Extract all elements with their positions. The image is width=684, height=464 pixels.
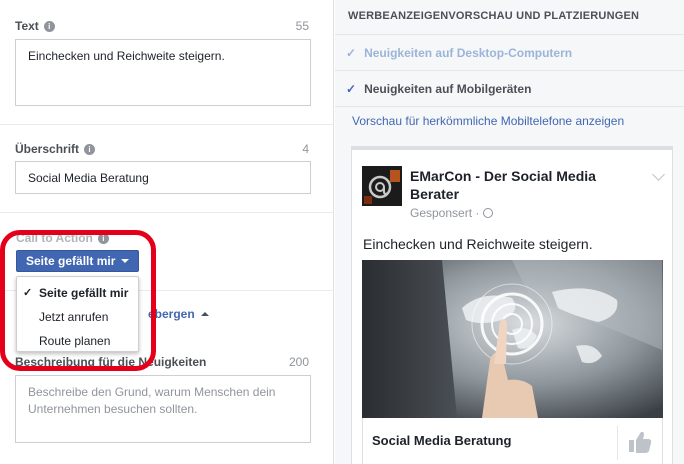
chevron-down-icon [121, 259, 130, 263]
divider [335, 106, 684, 107]
checkmark-icon: ✓ [346, 45, 357, 60]
thumbs-up-icon[interactable] [627, 429, 653, 455]
page-name[interactable]: EMarCon - Der Social Media Berater [410, 167, 630, 203]
headline-input[interactable]: Social Media Beratung [15, 161, 311, 194]
dropdown-option-call-now[interactable]: Jetzt anrufen [17, 305, 138, 329]
ad-photo [362, 260, 663, 418]
sponsored-label: Gesponsert · [410, 206, 494, 220]
headline-char-counter: 4 [302, 142, 309, 156]
cta-button-label: Seite gefällt mir [26, 254, 116, 268]
chevron-up-icon [200, 312, 209, 316]
ad-preview-card: EMarCon - Der Social Media Berater Gespo… [351, 146, 673, 464]
divider [0, 212, 334, 213]
divider [0, 124, 334, 125]
placement-mobile-feed[interactable]: ✓ Neuigkeiten auf Mobilgeräten [335, 70, 684, 106]
ad-footer: Social Media Beratung [362, 418, 663, 464]
info-icon[interactable]: i [97, 232, 109, 244]
page-logo [362, 166, 402, 206]
text-field-label: Text i [15, 19, 55, 33]
page-avatar [362, 166, 402, 206]
text-char-counter: 55 [295, 19, 309, 33]
feature-phone-preview-link[interactable]: Vorschau für herkömmliche Mobiltelefone … [352, 114, 624, 128]
info-icon[interactable]: i [43, 20, 55, 32]
headline-field-label: Überschrift i [15, 142, 96, 156]
info-icon[interactable]: i [84, 143, 96, 155]
chevron-down-icon[interactable] [652, 168, 665, 181]
dropdown-option-like-page[interactable]: ✓ Seite gefällt mir [17, 281, 138, 305]
text-input[interactable]: Einchecken und Reichweite steigern. [15, 39, 311, 106]
dropdown-option-get-directions[interactable]: Route planen [17, 329, 138, 353]
cta-dropdown-button[interactable]: Seite gefällt mir [16, 250, 140, 272]
checkmark-icon: ✓ [346, 81, 357, 96]
placement-desktop-feed[interactable]: ✓ Neuigkeiten auf Desktop-Computern [335, 34, 684, 70]
description-char-counter: 200 [288, 355, 309, 369]
news-description-input[interactable]: Beschreibe den Grund, warum Menschen dei… [15, 375, 311, 443]
ad-editor-panel: Text i 55 Einchecken und Reichweite stei… [0, 0, 334, 464]
ad-body-text: Einchecken und Reichweite steigern. [363, 236, 593, 252]
globe-icon [483, 208, 494, 218]
cta-dropdown-menu: ✓ Seite gefällt mir Jetzt anrufen Route … [16, 276, 139, 352]
ad-preview-panel: WERBEANZEIGENVORSCHAU UND PLATZIERUNGEN … [335, 0, 684, 464]
checkmark-icon: ✓ [23, 287, 33, 299]
cta-field-label: Call to Action i [16, 231, 109, 245]
news-description-label: Beschreibung für die Neuigkeiten [15, 355, 207, 369]
preview-section-title: WERBEANZEIGENVORSCHAU UND PLATZIERUNGEN [348, 10, 640, 22]
ad-headline: Social Media Beratung [372, 433, 512, 448]
advanced-options-link[interactable]: ebergen [148, 307, 209, 321]
ad-image[interactable] [362, 260, 663, 418]
divider [617, 426, 618, 460]
